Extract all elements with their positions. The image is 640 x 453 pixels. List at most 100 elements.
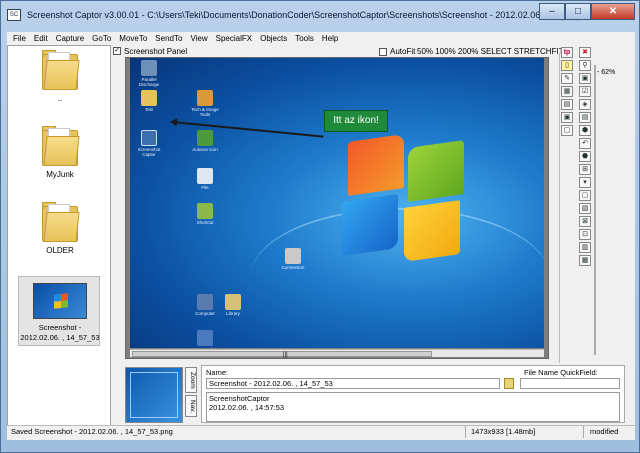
folder-label: MyJunk [46, 170, 74, 179]
fit-icon[interactable]: ⊡ [579, 229, 591, 240]
rectangle-icon[interactable]: ▢ [579, 190, 591, 201]
link-icon[interactable]: ⚲ [579, 60, 591, 71]
menu-specialfx[interactable]: SpecialFX [216, 34, 252, 43]
desktop-icon: Teki [132, 90, 166, 112]
description-field[interactable]: ScreenshotCaptor 2012.02.06. , 14:57:53 [206, 392, 620, 422]
menu-file[interactable]: File [13, 34, 26, 43]
folder-myjunk[interactable]: MyJunk [30, 126, 90, 179]
info-area: Zoom Nav. Name: Screenshot - 2012.02.06.… [125, 365, 625, 425]
menu-bar: File Edit Capture GoTo MoveTo SendTo Vie… [7, 32, 635, 45]
grid-icon[interactable]: ▦ [579, 255, 591, 266]
zoom-readout: - 62% [597, 69, 616, 76]
annotation-arrow-head [169, 117, 178, 127]
text-tool-icon[interactable]: tp [561, 47, 573, 58]
status-divider [583, 426, 584, 438]
document-icon[interactable]: ▤ [579, 112, 591, 123]
horizontal-scrollbar[interactable]: ||| [130, 349, 544, 358]
maximize-button[interactable]: □ [565, 3, 591, 20]
desktop-icon: Network [188, 330, 222, 348]
folder-icon [42, 50, 80, 90]
highlight-tool-icon[interactable]: ▯ [561, 60, 573, 71]
window-title: Screenshot Captor v3.00.01 - C:\Users\Te… [27, 10, 608, 20]
select-tool-icon[interactable]: ▢ [561, 125, 573, 136]
client-area: .. MyJunk OLDER Screenshot - 2012.02.06.… [7, 45, 635, 440]
autofit-label: AutoFit [390, 47, 416, 56]
desktop-icon: Library [216, 294, 250, 316]
status-dimensions: 1473x933 [1.48mb] [471, 427, 536, 436]
file-info-panel: Name: Screenshot - 2012.02.06. , 14_57_5… [201, 365, 625, 423]
scrollbar-thumb[interactable]: ||| [132, 351, 432, 358]
screenshot-thumbnail-image [33, 283, 87, 319]
menu-sendto[interactable]: SendTo [155, 34, 182, 43]
screenshot-panel-checkbox[interactable]: ✓ [113, 47, 121, 55]
thumbnail-browser[interactable]: .. MyJunk OLDER Screenshot - 2012.02.06.… [7, 45, 111, 426]
menu-help[interactable]: Help [322, 34, 338, 43]
tab-nav[interactable]: Nav. [185, 395, 197, 417]
screenshot-panel-label: Screenshot Panel [124, 46, 188, 56]
dropdown-icon[interactable]: ▾ [579, 177, 591, 188]
screenshot-panel-header: ✓ Screenshot Panel AutoFit 50% 100% 200%… [113, 45, 564, 57]
desktop-icon: Shortcut [188, 203, 222, 225]
folder-label: OLDER [46, 246, 74, 255]
description-line: ScreenshotCaptor [209, 394, 270, 403]
color-icon[interactable]: ⬣ [579, 151, 591, 162]
desktop-icon: Autorun Icon [188, 130, 222, 152]
menu-goto[interactable]: GoTo [92, 34, 111, 43]
toolbar-separator [559, 53, 560, 363]
tool-column-secondary: ✖ ⚲ ▣ ☑ ◈ ▤ ⬢ ↶ ⬣ ⊞ ▾ ▢ ▧ ⊠ ⊡ ▥ ▦ [579, 47, 593, 266]
menu-view[interactable]: View [190, 34, 207, 43]
screenshot-thumbnail-selected[interactable]: Screenshot - 2012.02.06. , 14_57_53 [18, 276, 100, 346]
crop-icon[interactable]: ⊞ [579, 164, 591, 175]
screenshot-image[interactable]: Parallel Discharge Teki Tech & Image Too… [130, 58, 544, 348]
undo-icon[interactable]: ↶ [579, 138, 591, 149]
effect-icon[interactable]: ⬢ [579, 125, 591, 136]
check-icon[interactable]: ☑ [579, 86, 591, 97]
quickfield-label: File Name QuickField: [524, 368, 598, 377]
folder-parent[interactable]: .. [30, 50, 90, 103]
desktop-icon: File [188, 168, 222, 190]
app-icon[interactable]: SC [7, 9, 21, 21]
quickfield-input[interactable] [520, 378, 620, 389]
window-controls: – □ ✕ [539, 3, 635, 21]
desktop-icon: Parallel Discharge [132, 60, 166, 87]
title-bar[interactable]: SC Screenshot Captor v3.00.01 - C:\Users… [1, 1, 639, 31]
stamp-icon[interactable]: ◈ [579, 99, 591, 110]
close-button[interactable]: ✕ [591, 3, 635, 20]
status-bar: Saved Screenshot - 2012.02.06. , 14_57_5… [7, 425, 635, 438]
description-line: 2012.02.06. , 14:57:53 [209, 403, 285, 412]
name-field[interactable]: Screenshot - 2012.02.06. , 14_57_53 [206, 378, 500, 389]
grid-tool-icon[interactable]: ▦ [561, 86, 573, 97]
pen-tool-icon[interactable]: ✎ [561, 73, 573, 84]
screenshot-viewport[interactable]: Parallel Discharge Teki Tech & Image Too… [125, 57, 549, 359]
zoom-options[interactable]: 50% 100% 200% SELECT STRETCHFIT [417, 47, 564, 56]
menu-moveto[interactable]: MoveTo [119, 34, 147, 43]
image-tool-icon[interactable]: ▤ [561, 99, 573, 110]
save-icon[interactable]: ▣ [579, 73, 591, 84]
name-label: Name: [206, 368, 229, 377]
thumbnail-label: Screenshot - 2012.02.06. , 14_57_53 [20, 323, 100, 342]
autofit-toggle[interactable]: AutoFit [379, 47, 415, 56]
shadow-icon[interactable]: ▧ [579, 203, 591, 214]
annotation-callout[interactable]: Itt az ikon! [324, 110, 388, 132]
tab-zoom[interactable]: Zoom [185, 367, 197, 393]
menu-objects[interactable]: Objects [260, 34, 287, 43]
resize-icon[interactable]: ⊠ [579, 216, 591, 227]
menu-tools[interactable]: Tools [295, 34, 314, 43]
windows-logo [342, 134, 466, 262]
folder-icon [42, 202, 80, 242]
menu-edit[interactable]: Edit [34, 34, 48, 43]
autofit-checkbox[interactable] [379, 47, 387, 56]
folder-older[interactable]: OLDER [30, 202, 90, 255]
delete-icon[interactable]: ✖ [579, 47, 591, 58]
zoom-slider[interactable] [594, 65, 596, 355]
minimize-button[interactable]: – [539, 3, 565, 20]
app-window: SC Screenshot Captor v3.00.01 - C:\Users… [0, 0, 640, 453]
status-divider [465, 426, 466, 438]
border-icon[interactable]: ▥ [579, 242, 591, 253]
menu-capture[interactable]: Capture [56, 34, 84, 43]
tool-column-primary: tp ▯ ✎ ▦ ▤ ▣ ▢ [561, 47, 575, 136]
navigator-preview[interactable] [125, 367, 183, 423]
folder-browse-icon[interactable] [504, 378, 514, 389]
frame-tool-icon[interactable]: ▣ [561, 112, 573, 123]
folder-icon [42, 126, 80, 166]
